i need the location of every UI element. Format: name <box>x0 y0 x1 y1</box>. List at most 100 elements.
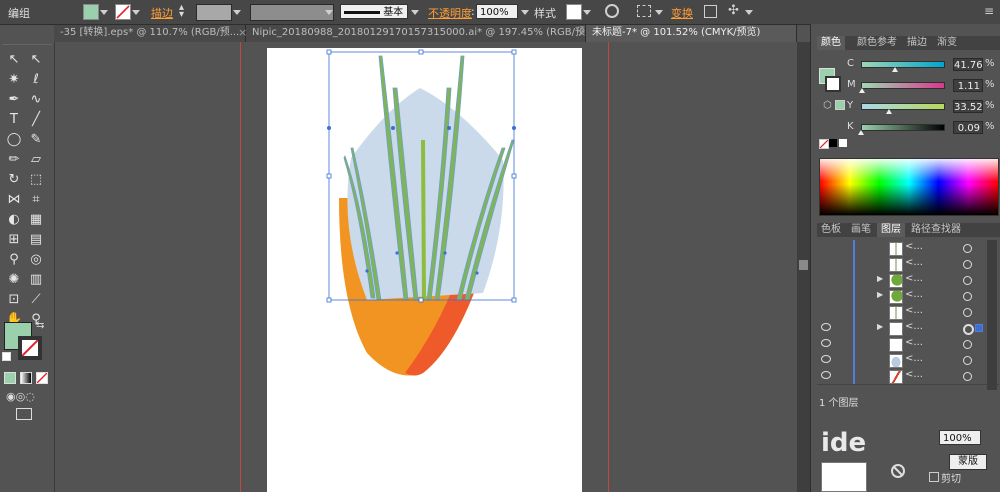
gradient-mode-icon[interactable] <box>20 372 32 384</box>
target-icon[interactable] <box>963 276 972 285</box>
layer-name[interactable]: <... <box>905 337 923 348</box>
layers-scrollbar[interactable] <box>987 240 997 390</box>
color-mode-icon[interactable] <box>4 372 16 384</box>
channel-slider-thumb[interactable] <box>858 88 865 93</box>
channel-slider-thumb[interactable] <box>858 130 864 135</box>
direct-selection-tool-icon[interactable]: ↖ <box>28 52 44 68</box>
tab-close-icon[interactable]: × <box>577 26 586 39</box>
draw-mode-icon[interactable]: ◉◎◌ <box>6 390 35 403</box>
no-mask-icon[interactable] <box>891 464 905 478</box>
target-icon[interactable] <box>963 372 972 381</box>
transform-label[interactable]: 变换 <box>671 5 693 21</box>
layer-name[interactable]: <... <box>905 369 923 380</box>
tab-document-3[interactable]: 未标题-7* @ 101.52% (CMYK/预览) <box>586 25 797 42</box>
tab-brushes[interactable]: 画笔 <box>847 223 875 237</box>
layer-row[interactable]: ▶ <... <box>817 272 999 289</box>
artboard[interactable] <box>267 48 582 492</box>
tab-color[interactable]: 颜色 <box>817 36 845 50</box>
panel-menu-icon[interactable]: ≡ <box>984 4 994 18</box>
align-selection-icon[interactable] <box>637 5 651 17</box>
layer-name[interactable]: <... <box>905 241 923 252</box>
target-icon[interactable] <box>963 292 972 301</box>
target-icon[interactable] <box>963 260 972 269</box>
curvature-tool-icon[interactable]: ∿ <box>28 92 44 108</box>
tab-close-icon[interactable]: × <box>238 26 247 39</box>
tab-pathfinder[interactable]: 路径查找器 <box>907 223 965 237</box>
tab-layers[interactable]: 图层 <box>877 223 905 237</box>
out-of-gamut-icon[interactable]: ⬡ <box>823 100 832 111</box>
tab-color-guide[interactable]: 颜色参考 <box>853 36 901 50</box>
stroke-swatch-none-icon[interactable] <box>115 4 131 20</box>
isolate-icon[interactable] <box>704 5 717 18</box>
style-dropdown-icon[interactable] <box>583 10 591 15</box>
line-tool-icon[interactable]: ╱ <box>28 112 44 128</box>
gamut-swatch[interactable] <box>835 100 845 110</box>
recolor-icon[interactable] <box>605 4 619 18</box>
shape-builder-tool-icon[interactable]: ◐ <box>6 212 22 228</box>
canvas[interactable] <box>55 42 797 492</box>
layer-name[interactable]: <... <box>905 273 923 284</box>
tab-gradient[interactable]: 渐变 <box>933 36 961 50</box>
stroke-dropdown-icon[interactable] <box>132 10 140 15</box>
layer-name[interactable]: <... <box>905 305 923 316</box>
screen-mode-icon[interactable] <box>16 408 32 420</box>
layer-name[interactable]: <... <box>905 321 923 332</box>
layer-row[interactable]: ▶ <... <box>817 288 999 305</box>
variable-width-field[interactable] <box>250 4 334 21</box>
expand-arrow-icon[interactable]: ▶ <box>877 290 883 299</box>
scale-tool-icon[interactable]: ⬚ <box>28 172 44 188</box>
transparency-opacity-input[interactable]: 100% <box>939 430 981 445</box>
tab-document-1[interactable]: -35 [转换].eps* @ 110.7% (RGB/预... <box>54 25 246 42</box>
layer-row[interactable]: <... <box>817 368 999 385</box>
tab-stroke[interactable]: 描边 <box>903 36 931 50</box>
eye-icon[interactable] <box>821 355 831 363</box>
layer-name[interactable]: <... <box>905 257 923 268</box>
stroke-label[interactable]: 描边 <box>151 5 173 21</box>
channel-value-input[interactable]: 41.76 <box>953 58 983 71</box>
blend-tool-icon[interactable]: ◎ <box>28 252 44 268</box>
none-mode-icon[interactable] <box>36 372 48 384</box>
selection-indicator[interactable] <box>975 324 983 332</box>
lasso-tool-icon[interactable]: ℓ <box>28 72 44 88</box>
channel-value-input[interactable]: 1.11 <box>953 79 983 92</box>
target-icon[interactable] <box>963 324 974 335</box>
column-graph-tool-icon[interactable]: ▥ <box>28 272 44 288</box>
layer-name[interactable]: <... <box>905 353 923 364</box>
ellipse-tool-icon[interactable]: ◯ <box>6 132 22 148</box>
layer-row[interactable]: <... <box>817 240 999 257</box>
tools-grip[interactable] <box>2 44 52 49</box>
gradient-tool-icon[interactable]: ▤ <box>28 232 44 248</box>
paintbrush-tool-icon[interactable]: ✎ <box>28 132 44 148</box>
eyedropper-tool-icon[interactable]: ⚲ <box>6 252 22 268</box>
make-mask-button[interactable]: 蒙版 <box>949 454 987 470</box>
selection-tool-icon[interactable]: ↖ <box>6 52 22 68</box>
fill-swatch[interactable] <box>83 4 99 20</box>
channel-slider-thumb[interactable] <box>885 109 892 114</box>
rotate-tool-icon[interactable]: ↻ <box>6 172 22 188</box>
layer-row[interactable]: <... <box>817 336 999 353</box>
channel-slider[interactable] <box>861 103 945 110</box>
scrollbar-thumb[interactable] <box>799 260 808 270</box>
channel-slider[interactable] <box>861 82 945 89</box>
layer-row[interactable]: ▶ <... <box>817 320 999 337</box>
black-swatch[interactable] <box>829 139 837 147</box>
perspective-grid-tool-icon[interactable]: ▦ <box>28 212 44 228</box>
opacity-label[interactable]: 不透明度 <box>428 5 472 21</box>
color-panel-stroke[interactable] <box>825 76 841 92</box>
stroke-stepper-icon[interactable]: ▴ ▾ <box>179 3 189 20</box>
symbol-sprayer-tool-icon[interactable]: ✺ <box>6 272 22 288</box>
eye-icon[interactable] <box>821 323 831 331</box>
width-tool-icon[interactable]: ⋈ <box>6 192 22 208</box>
target-icon[interactable] <box>963 308 972 317</box>
artboard-tool-icon[interactable]: ⊡ <box>6 292 22 308</box>
target-icon[interactable] <box>963 356 972 365</box>
layer-row[interactable]: <... <box>817 304 999 321</box>
stroke-style-dropdown-icon[interactable] <box>411 10 419 15</box>
eye-icon[interactable] <box>821 371 831 379</box>
target-icon[interactable] <box>963 340 972 349</box>
swap-fill-stroke-icon[interactable]: ⇆ <box>36 320 44 331</box>
magic-wand-tool-icon[interactable]: ✷ <box>6 72 22 88</box>
expand-arrow-icon[interactable]: ▶ <box>877 274 883 283</box>
canvas-vertical-scrollbar[interactable] <box>797 42 810 492</box>
tab-swatches[interactable]: 色板 <box>817 223 845 237</box>
